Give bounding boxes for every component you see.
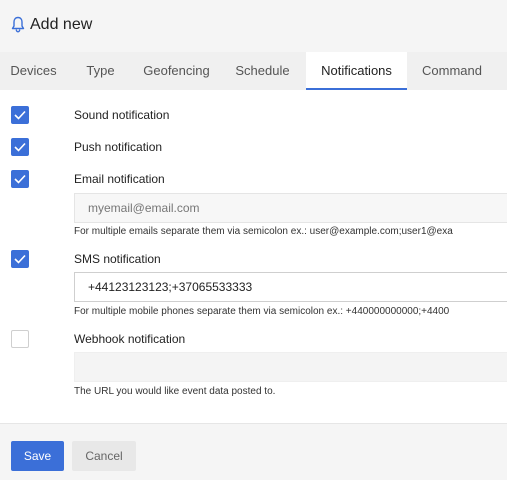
check-icon xyxy=(14,254,26,264)
sms-phone-field[interactable]: +44123123123;+37065533333 xyxy=(74,272,507,302)
tab-geofencing[interactable]: Geofencing xyxy=(134,52,219,90)
sms-help-text: For multiple mobile phones separate them… xyxy=(74,306,450,317)
webhook-notification-checkbox[interactable] xyxy=(11,330,29,348)
tab-type[interactable]: Type xyxy=(67,52,134,90)
push-notification-label: Push notification xyxy=(74,140,163,154)
sms-notification-label: SMS notification xyxy=(74,252,161,266)
dialog-title: Add new xyxy=(30,16,93,33)
email-help-text: For multiple emails separate them via se… xyxy=(74,226,453,237)
webhook-help-text: The URL you would like event data posted… xyxy=(74,386,276,397)
save-button[interactable]: Save xyxy=(11,441,64,471)
cancel-button[interactable]: Cancel xyxy=(72,441,136,471)
tab-devices[interactable]: Devices xyxy=(0,52,67,90)
email-notification-label: Email notification xyxy=(74,172,165,186)
tab-bar: Devices Type Geofencing Schedule Notific… xyxy=(0,52,507,90)
sms-notification-checkbox[interactable] xyxy=(11,250,29,268)
sound-notification-checkbox[interactable] xyxy=(11,106,29,124)
email-notification-checkbox[interactable] xyxy=(11,170,29,188)
check-icon xyxy=(14,142,26,152)
check-icon xyxy=(14,174,26,184)
push-notification-checkbox[interactable] xyxy=(11,138,29,156)
tab-notifications[interactable]: Notifications xyxy=(306,52,407,90)
sound-notification-label: Sound notification xyxy=(74,108,170,122)
dialog-header: Add new xyxy=(0,0,507,52)
webhook-url-field[interactable] xyxy=(74,352,507,382)
tab-schedule[interactable]: Schedule xyxy=(219,52,306,90)
tab-command[interactable]: Command xyxy=(407,52,497,90)
webhook-notification-label: Webhook notification xyxy=(74,332,186,346)
check-icon xyxy=(14,110,26,120)
bell-icon xyxy=(11,16,25,33)
email-field[interactable]: myemail@email.com xyxy=(74,193,507,223)
